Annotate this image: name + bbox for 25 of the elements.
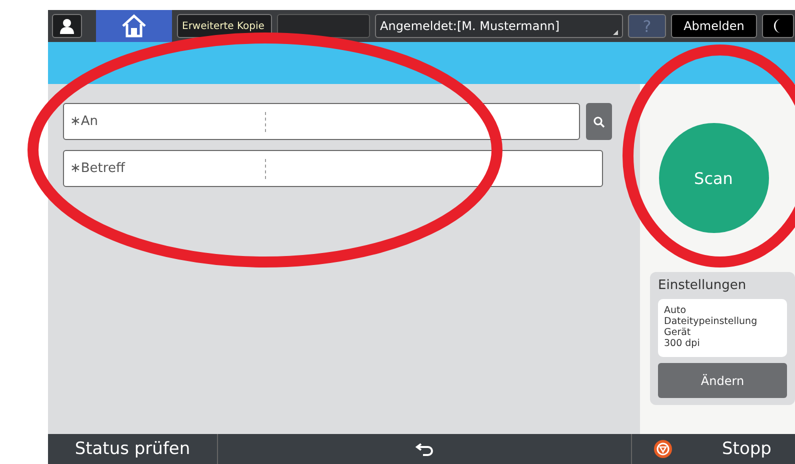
change-button[interactable]: Ändern [658, 363, 787, 398]
stop-icon [654, 440, 672, 458]
home-icon [121, 14, 147, 38]
user-button[interactable] [52, 14, 82, 38]
field-label: ∗Betreff [69, 161, 126, 176]
input-field[interactable]: ∗An [63, 103, 580, 140]
login-text: Angemeldet:[M. Mustermann] [380, 19, 560, 33]
logout-button[interactable]: Abmelden [671, 14, 757, 38]
settings-title: Einstellungen [658, 278, 748, 293]
setting-value: Auto [664, 305, 688, 316]
search-icon [593, 116, 605, 128]
stop-button[interactable]: Stopp [631, 434, 795, 464]
setting-value: Dateitypeinstellung [664, 316, 758, 327]
field-label: ∗An [69, 114, 100, 129]
input-field[interactable]: ∗Betreff [63, 150, 603, 187]
person-icon [59, 18, 75, 34]
setting-value: Gerät [664, 327, 692, 338]
search-button[interactable] [586, 103, 612, 140]
sleep-button[interactable] [762, 14, 794, 38]
login-field[interactable]: Angemeldet:[M. Mustermann] [375, 14, 623, 38]
setting-value: 300 dpi [664, 338, 701, 349]
home-tab[interactable] [96, 10, 172, 42]
status-button[interactable]: Status prüfen [48, 434, 218, 464]
app-tab[interactable] [277, 14, 370, 38]
back-arrow-icon [414, 442, 434, 456]
